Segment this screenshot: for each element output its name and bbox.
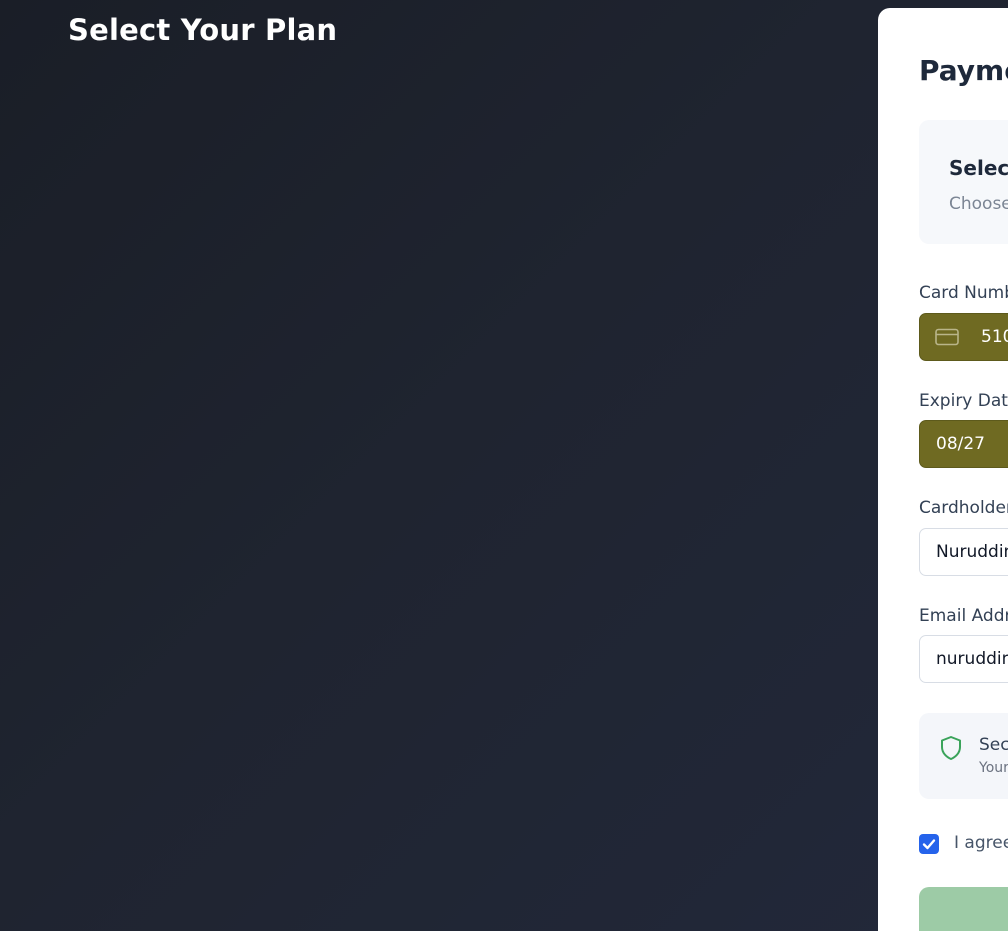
checkmark-icon — [922, 839, 936, 850]
credit-card-icon — [935, 328, 959, 346]
email-field[interactable]: nuruddins — [919, 635, 1008, 683]
agree-checkbox[interactable] — [919, 834, 939, 854]
cardholder-label: Cardholder — [919, 498, 1008, 518]
payment-panel: Payme Select Choose Card Numb 510 Expiry… — [878, 8, 1008, 931]
secure-notice-title: Secu — [979, 735, 1008, 755]
payment-title: Payme — [919, 54, 1008, 87]
card-number-field[interactable]: 510 — [919, 313, 1008, 361]
cardholder-value: Nuruddin — [936, 542, 1008, 562]
secure-notice-subtitle: Your — [979, 760, 1008, 776]
email-value: nuruddins — [936, 649, 1008, 669]
card-number-value: 510 — [981, 327, 1008, 347]
submit-payment-button[interactable] — [919, 887, 1008, 931]
agree-label: I agree — [954, 833, 1008, 853]
plan-selector-subtitle: Choose — [949, 194, 1008, 214]
plan-selector[interactable]: Select Choose — [919, 120, 1008, 244]
cardholder-field[interactable]: Nuruddin — [919, 528, 1008, 576]
shield-icon — [939, 735, 963, 761]
page-title: Select Your Plan — [68, 13, 338, 47]
expiry-date-label: Expiry Date — [919, 391, 1008, 411]
card-number-label: Card Numb — [919, 283, 1008, 303]
expiry-date-field[interactable]: 08/27 — [919, 420, 1008, 468]
secure-notice: Secu Your — [919, 713, 1008, 799]
expiry-date-value: 08/27 — [936, 434, 985, 454]
plan-selector-title: Select — [949, 156, 1008, 180]
email-label: Email Addre — [919, 606, 1008, 626]
